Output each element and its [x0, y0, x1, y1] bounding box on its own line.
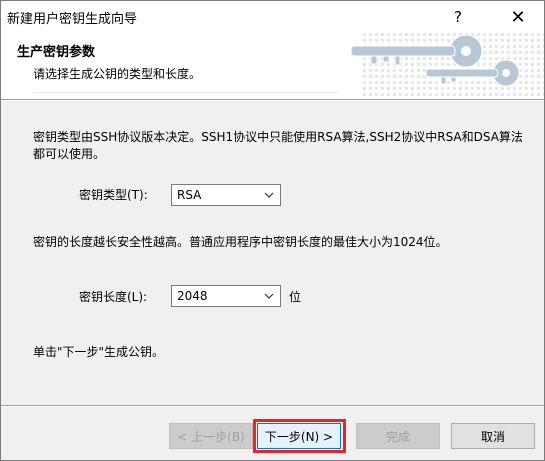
window-title: 新建用户密钥生成向导: [7, 12, 138, 27]
chevron-down-icon: [264, 293, 274, 299]
page-subtitle: 请选择生成公钥的类型和长度。: [33, 67, 202, 81]
finish-button[interactable]: 完成: [356, 423, 440, 449]
length-text: 密钥的长度越长安全性越高。普通应用程序中密钥长度的最佳大小为1024位。: [33, 235, 448, 249]
key-length-select[interactable]: 2048: [171, 285, 281, 307]
header-separator: [1, 99, 544, 101]
intro-text: 密钥类型由SSH协议版本决定。SSH1协议中只能使用RSA算法,SSH2协议中R…: [33, 130, 523, 161]
next-button[interactable]: 下一步(N) >: [257, 423, 341, 449]
close-button[interactable]: ✕: [495, 1, 541, 33]
key-type-value: RSA: [177, 188, 202, 202]
key-length-value: 2048: [177, 289, 208, 303]
back-button[interactable]: < 上一步(B): [169, 423, 253, 449]
header-divider: [33, 92, 339, 93]
keys-icon: [351, 33, 544, 99]
page-title: 生产密钥参数: [17, 45, 96, 60]
title-bar: 新建用户密钥生成向导 ? ✕: [1, 1, 544, 33]
key-length-unit: 位: [289, 290, 302, 304]
key-type-select[interactable]: RSA: [171, 184, 281, 206]
help-button[interactable]: ?: [435, 1, 481, 33]
footer-separator: [1, 405, 544, 407]
wizard-header: 生产密钥参数 请选择生成公钥的类型和长度。: [1, 33, 544, 99]
instruction-text: 单击"下一步"生成公钥。: [33, 345, 165, 359]
key-length-label: 密钥长度(L):: [79, 290, 148, 304]
cancel-button[interactable]: 取消: [451, 423, 535, 449]
chevron-down-icon: [264, 192, 274, 198]
wizard-dialog: 新建用户密钥生成向导 ? ✕ 生产密钥参数 请选择生成公钥的类型和长度。 密钥类…: [0, 0, 545, 461]
key-type-label: 密钥类型(T):: [79, 188, 148, 202]
